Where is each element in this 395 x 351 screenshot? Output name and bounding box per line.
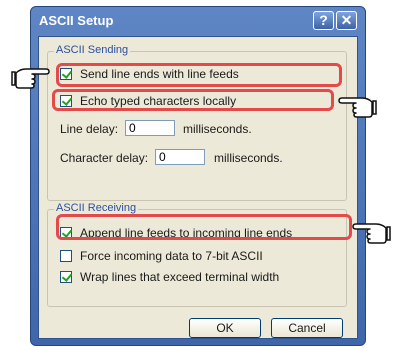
dialog-title: ASCII Setup: [39, 13, 114, 28]
title-bar[interactable]: ASCII Setup ? ✕: [31, 7, 365, 34]
help-icon: ?: [319, 12, 328, 28]
wrap-lines-label: Wrap lines that exceed terminal width: [80, 270, 280, 284]
echo-typed-checkbox[interactable]: [60, 95, 72, 107]
pointing-hand-icon: [338, 97, 377, 118]
send-line-ends-checkbox[interactable]: [60, 68, 72, 80]
line-delay-unit: milliseconds.: [183, 122, 252, 136]
echo-typed-label: Echo typed characters locally: [80, 94, 237, 108]
close-button[interactable]: ✕: [336, 11, 357, 30]
line-delay-input[interactable]: [125, 120, 175, 136]
ok-button[interactable]: OK: [189, 318, 261, 338]
pointing-hand-icon: [11, 68, 50, 89]
ascii-sending-group: ASCII Sending Send line ends with line f…: [47, 44, 347, 201]
dialog-body: ASCII Sending Send line ends with line f…: [38, 36, 358, 339]
force-7bit-label: Force incoming data to 7-bit ASCII: [80, 249, 263, 263]
wrap-lines-checkbox[interactable]: [60, 271, 72, 283]
ascii-setup-dialog: ASCII Setup ? ✕ ASCII Sending Send line …: [30, 6, 366, 346]
character-delay-label: Character delay:: [60, 151, 149, 165]
line-delay-label: Line delay:: [60, 122, 119, 136]
ascii-receiving-title: ASCII Receiving: [54, 202, 139, 214]
help-button[interactable]: ?: [313, 11, 334, 30]
character-delay-input[interactable]: [155, 149, 205, 165]
character-delay-unit: milliseconds.: [214, 151, 283, 165]
ascii-receiving-group: ASCII Receiving Append line feeds to inc…: [47, 202, 347, 307]
ascii-sending-title: ASCII Sending: [54, 44, 131, 56]
append-line-feeds-checkbox[interactable]: [60, 227, 72, 239]
append-line-feeds-label: Append line feeds to incoming line ends: [80, 226, 293, 240]
send-line-ends-label: Send line ends with line feeds: [80, 67, 239, 81]
cancel-button[interactable]: Cancel: [271, 318, 343, 338]
pointing-hand-icon: [352, 223, 391, 244]
force-7bit-checkbox[interactable]: [60, 250, 72, 262]
close-icon: ✕: [340, 12, 353, 28]
